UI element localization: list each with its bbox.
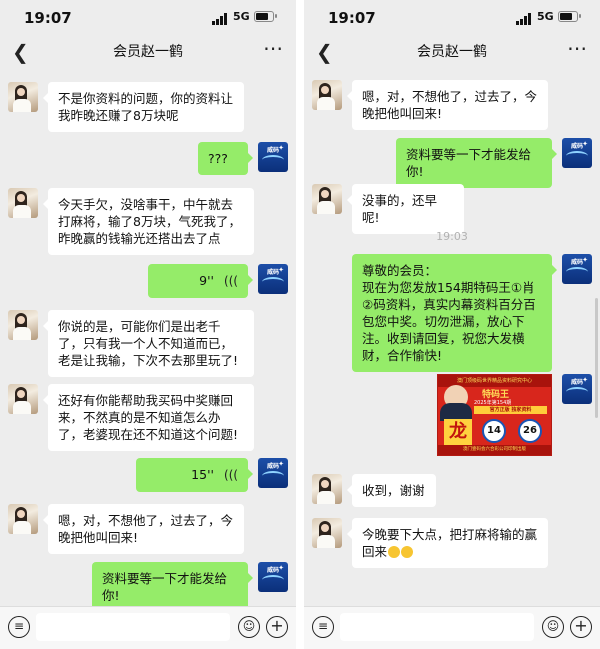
chat-title: 会员赵一鹤 [417, 44, 487, 60]
plus-icon[interactable]: + [570, 616, 592, 638]
zodiac-badge: 龙 [444, 419, 472, 445]
more-dots-icon[interactable]: ⋯ [567, 36, 588, 60]
avatar[interactable]: 威码 ✦ [258, 562, 288, 592]
voice-wave-icon: ))) [223, 274, 238, 288]
signal-icon [212, 13, 230, 25]
message-bubble[interactable]: 没事的，还早呢! [347, 184, 464, 234]
plus-icon[interactable]: + [266, 616, 288, 638]
image-banner: 官方正版 独家资料 [474, 406, 547, 414]
avatar[interactable] [8, 384, 38, 414]
emoji-icon[interactable]: ☺ [542, 616, 564, 638]
message-bubble[interactable]: 还好有你能帮助我买码中奖赚回来，不然真的是不知道怎么办了，老婆现在还不知道这个问… [43, 384, 254, 451]
voice-duration: 15'' [191, 467, 214, 482]
message-bubble[interactable]: ??? [198, 142, 253, 175]
avatar[interactable] [312, 518, 342, 548]
voice-icon[interactable]: ≡ [312, 616, 334, 638]
avatar[interactable] [312, 474, 342, 504]
timestamp: 19:03 [436, 230, 468, 243]
message-bubble[interactable]: 资料要等一下才能发给你! [92, 562, 253, 607]
phone-screen-right: 19:07 5G ❮ 会员赵一鹤 ⋯ 嗯，对，不想他了，过去了，今晚把他叫回来!… [304, 0, 600, 649]
message-input[interactable] [36, 613, 230, 641]
avatar[interactable]: 威码 ✦ [562, 138, 592, 168]
battery-icon [558, 11, 581, 22]
emoji-icon[interactable]: ☺ [238, 616, 260, 638]
status-time: 19:07 [24, 9, 72, 27]
more-dots-icon[interactable]: ⋯ [263, 36, 284, 60]
message-bubble[interactable]: 你说的是，可能你们是出老千了，只有我一个人不知道而已，老是让我输，下次不去那里玩… [43, 310, 254, 377]
message-bubble[interactable]: 今晚要下大点，把打麻将输的赢回来 [347, 518, 548, 568]
scrollbar[interactable] [595, 298, 598, 418]
avatar[interactable] [8, 310, 38, 340]
voice-duration: 9'' [199, 273, 214, 288]
chat-header: ❮ 会员赵一鹤 ⋯ [0, 34, 296, 68]
phone-screen-left: 19:07 5G ❮ 会员赵一鹤 ⋯ 不是你资料的问题，你的资料让我昨晚还赚了8… [0, 0, 296, 649]
avatar[interactable]: 威码 ✦ [258, 142, 288, 172]
input-bar: ≡ ☺ + [304, 606, 600, 649]
avatar[interactable]: 威码 ✦ [258, 458, 288, 488]
avatar[interactable]: 威码 ✦ [562, 254, 592, 284]
avatar[interactable] [8, 504, 38, 534]
message-list[interactable]: 不是你资料的问题，你的资料让我昨晚还赚了8万块呢 威码 ✦ ??? 今天手欠，没啥… [0, 68, 296, 607]
network-type: 5G [537, 10, 554, 23]
voice-wave-icon: ))) [223, 468, 238, 482]
emoji-icon [401, 546, 414, 558]
voice-message[interactable]: 15''))) [136, 458, 253, 492]
message-list[interactable]: 嗯，对，不想他了，过去了，今晚把他叫回来! 威码 ✦ 资料要等一下才能发给你! 没… [304, 68, 600, 607]
battery-icon [254, 11, 277, 22]
avatar[interactable] [312, 80, 342, 110]
voice-icon[interactable]: ≡ [8, 616, 30, 638]
message-bubble[interactable]: 嗯，对，不想他了，过去了，今晚把他叫回来! [347, 80, 548, 130]
number-ball: 26 [518, 419, 542, 443]
network-type: 5G [233, 10, 250, 23]
message-bubble[interactable]: 今天手欠，没啥事干，中午就去打麻将，输了8万块，气死我了，昨晚赢的钱输光还搭出去… [43, 188, 254, 255]
status-bar: 19:07 5G [304, 0, 600, 34]
lottery-image[interactable]: 澳门顶级码世界精品资料研究中心 特码王 2025年第154期 官方正版 独家资料… [437, 374, 552, 456]
message-bubble[interactable]: 收到，谢谢 [347, 474, 436, 507]
emoji-icon [388, 546, 401, 558]
number-ball: 14 [482, 419, 506, 443]
message-bubble[interactable]: 资料要等一下才能发给你! [396, 138, 557, 188]
message-bubble[interactable]: 尊敬的会员： 现在为您发放154期特码王①肖②码资料，真实内幕资料百分百包您中奖… [352, 254, 557, 372]
input-bar: ≡ ☺ + [0, 606, 296, 649]
image-footer: 澳门壹码会六合彩公司印制出版 [438, 445, 551, 455]
status-bar: 19:07 5G [0, 0, 296, 34]
avatar[interactable] [8, 188, 38, 218]
message-bubble[interactable]: 嗯，对，不想他了，过去了，今晚把他叫回来! [43, 504, 244, 554]
message-input[interactable] [340, 613, 534, 641]
avatar[interactable] [8, 82, 38, 112]
voice-message[interactable]: 9''))) [148, 264, 253, 298]
image-issue: 2025年第154期 [474, 400, 512, 406]
avatar[interactable] [312, 184, 342, 214]
chat-header: ❮ 会员赵一鹤 ⋯ [304, 34, 600, 68]
message-bubble[interactable]: 不是你资料的问题，你的资料让我昨晚还赚了8万块呢 [43, 82, 244, 132]
status-time: 19:07 [328, 9, 376, 27]
avatar[interactable]: 威码 ✦ [258, 264, 288, 294]
chat-title: 会员赵一鹤 [113, 44, 183, 60]
avatar[interactable]: 威码 ✦ [562, 374, 592, 404]
signal-icon [516, 13, 534, 25]
